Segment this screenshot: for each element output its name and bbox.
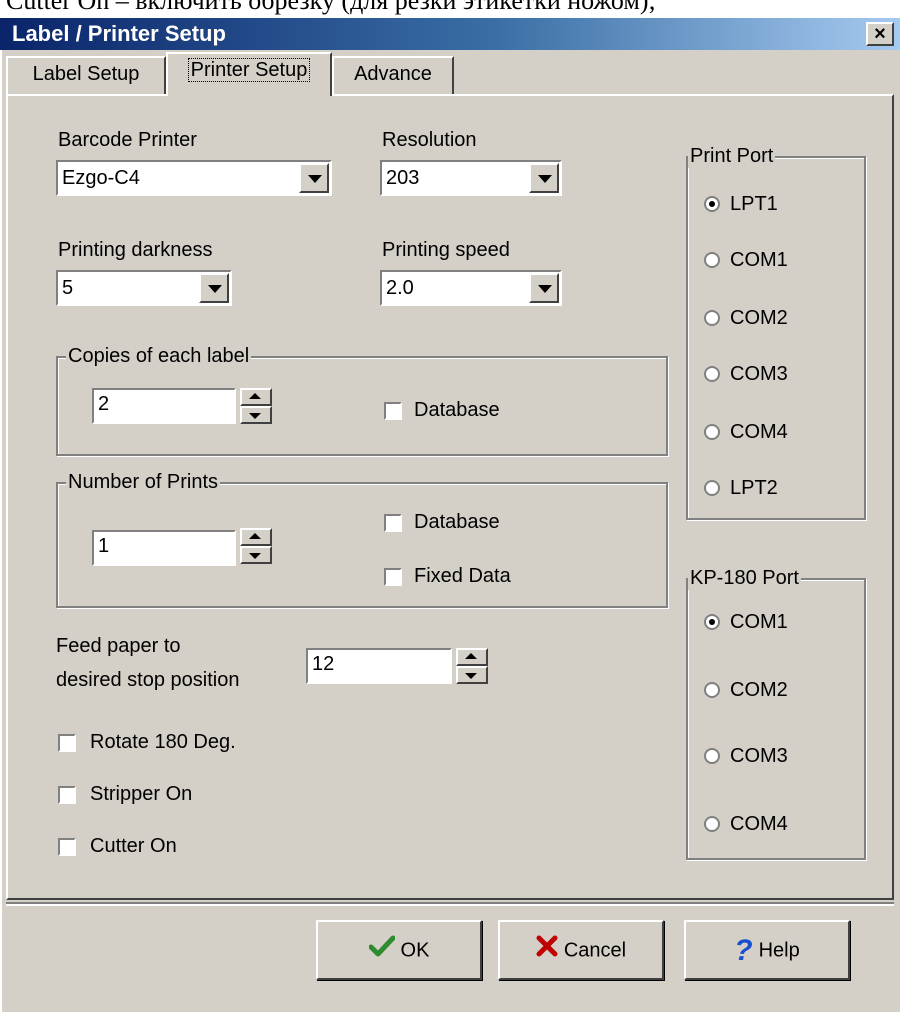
prints-database-checkbox[interactable] xyxy=(384,514,402,532)
rotate-label: Rotate 180 Deg. xyxy=(90,731,236,753)
checkmark-icon xyxy=(368,923,396,979)
prints-spinner[interactable] xyxy=(240,528,272,564)
feed-label-line2: desired stop position xyxy=(56,669,240,691)
rotate-checkbox[interactable] xyxy=(58,734,76,752)
stripper-checkbox[interactable] xyxy=(58,786,76,804)
chevron-down-icon xyxy=(208,285,222,293)
dropdown-button[interactable] xyxy=(529,163,559,193)
resolution-select[interactable]: 203 xyxy=(380,160,562,196)
spin-down-button[interactable] xyxy=(456,666,488,684)
resolution-value: 203 xyxy=(386,167,420,189)
help-button-label: Help xyxy=(758,939,800,962)
resolution-label: Resolution xyxy=(382,129,477,151)
chevron-down-icon xyxy=(465,673,477,679)
chevron-down-icon xyxy=(308,175,322,183)
feed-spinner[interactable] xyxy=(456,648,488,684)
x-mark-icon xyxy=(536,923,558,979)
tab-advance[interactable]: Advance xyxy=(332,56,454,94)
prints-input[interactable]: 1 xyxy=(92,530,236,566)
kp-port-radio-com1[interactable] xyxy=(704,614,720,630)
barcode-printer-label: Barcode Printer xyxy=(58,129,197,151)
print-port-label-lpt1: LPT1 xyxy=(730,193,778,215)
window-title: Label / Printer Setup xyxy=(12,21,226,46)
printing-speed-select[interactable]: 2.0 xyxy=(380,270,562,306)
document-caption: Cutter On – включить обрезку (для резки … xyxy=(6,0,656,15)
radio-selected-dot xyxy=(709,619,715,625)
cancel-button[interactable]: Cancel xyxy=(498,920,664,980)
chevron-up-icon xyxy=(249,393,261,399)
barcode-printer-select[interactable]: Ezgo-C4 xyxy=(56,160,332,196)
close-icon: × xyxy=(874,23,886,45)
copies-input[interactable]: 2 xyxy=(92,388,236,424)
print-port-label-com4: COM4 xyxy=(730,421,788,443)
radio-selected-dot xyxy=(709,201,715,207)
printing-darkness-value: 5 xyxy=(62,277,74,299)
print-port-label-com3: COM3 xyxy=(730,363,788,385)
print-port-label-com1: COM1 xyxy=(730,249,788,271)
dropdown-button[interactable] xyxy=(199,273,229,303)
print-port-radio-com1[interactable] xyxy=(704,252,720,268)
prints-database-label: Database xyxy=(414,511,500,533)
print-port-radio-com4[interactable] xyxy=(704,424,720,440)
kp-port-radio-com2[interactable] xyxy=(704,682,720,698)
copies-database-label: Database xyxy=(414,399,500,421)
stripper-label: Stripper On xyxy=(90,783,193,805)
spin-down-button[interactable] xyxy=(240,546,272,564)
print-port-radio-com3[interactable] xyxy=(704,366,720,382)
cancel-button-label: Cancel xyxy=(563,939,627,962)
fixed-data-checkbox[interactable] xyxy=(384,568,402,586)
close-button[interactable]: × xyxy=(866,22,894,46)
cutter-label: Cutter On xyxy=(90,835,177,857)
ok-button-label: OK xyxy=(400,939,430,962)
print-port-label-lpt2: LPT2 xyxy=(730,477,778,499)
tab-label: Printer Setup xyxy=(187,58,311,82)
copies-group-title: Copies of each label xyxy=(66,344,252,368)
kp-port-label-com1: COM1 xyxy=(730,611,788,633)
feed-input[interactable]: 12 xyxy=(306,648,452,684)
tab-label: Advance xyxy=(354,63,432,85)
copies-spinner[interactable] xyxy=(240,388,272,424)
kp-port-label-com3: COM3 xyxy=(730,745,788,767)
ok-button[interactable]: OK xyxy=(316,920,482,980)
tab-printer-setup[interactable]: Printer Setup xyxy=(166,52,332,96)
chevron-down-icon xyxy=(249,553,261,559)
barcode-printer-value: Ezgo-C4 xyxy=(62,167,140,189)
kp-port-label-com4: COM4 xyxy=(730,813,788,835)
spin-up-button[interactable] xyxy=(456,648,488,666)
spin-up-button[interactable] xyxy=(240,388,272,406)
spin-up-button[interactable] xyxy=(240,528,272,546)
chevron-down-icon xyxy=(249,413,261,419)
kp-port-title: KP-180 Port xyxy=(688,566,801,590)
separator-highlight xyxy=(6,904,894,906)
copies-database-checkbox[interactable] xyxy=(384,402,402,420)
print-port-title: Print Port xyxy=(688,144,776,168)
question-mark-icon: ? xyxy=(734,933,753,967)
kp-port-label-com2: COM2 xyxy=(730,679,788,701)
print-port-radio-lpt2[interactable] xyxy=(704,480,720,496)
help-button[interactable]: ? Help xyxy=(684,920,850,980)
printing-darkness-select[interactable]: 5 xyxy=(56,270,232,306)
title-bar: Label / Printer Setup xyxy=(0,18,900,50)
print-port-label-com2: COM2 xyxy=(730,307,788,329)
chevron-down-icon xyxy=(538,285,552,293)
tab-label-setup[interactable]: Label Setup xyxy=(6,56,166,94)
print-port-radio-com2[interactable] xyxy=(704,310,720,326)
chevron-down-icon xyxy=(538,175,552,183)
dropdown-button[interactable] xyxy=(299,163,329,193)
cutter-checkbox[interactable] xyxy=(58,838,76,856)
printing-speed-label: Printing speed xyxy=(382,239,510,261)
prints-group-title: Number of Prints xyxy=(66,470,221,494)
printing-speed-value: 2.0 xyxy=(386,277,414,299)
feed-label-line1: Feed paper to xyxy=(56,635,181,657)
spin-down-button[interactable] xyxy=(240,406,272,424)
fixed-data-label: Fixed Data xyxy=(414,565,511,587)
printing-darkness-label: Printing darkness xyxy=(58,239,213,261)
print-port-radio-lpt1[interactable] xyxy=(704,196,720,212)
kp-port-radio-com3[interactable] xyxy=(704,748,720,764)
kp-port-radio-com4[interactable] xyxy=(704,816,720,832)
dropdown-button[interactable] xyxy=(529,273,559,303)
chevron-up-icon xyxy=(249,533,261,539)
tab-label: Label Setup xyxy=(32,63,140,85)
chevron-up-icon xyxy=(465,653,477,659)
